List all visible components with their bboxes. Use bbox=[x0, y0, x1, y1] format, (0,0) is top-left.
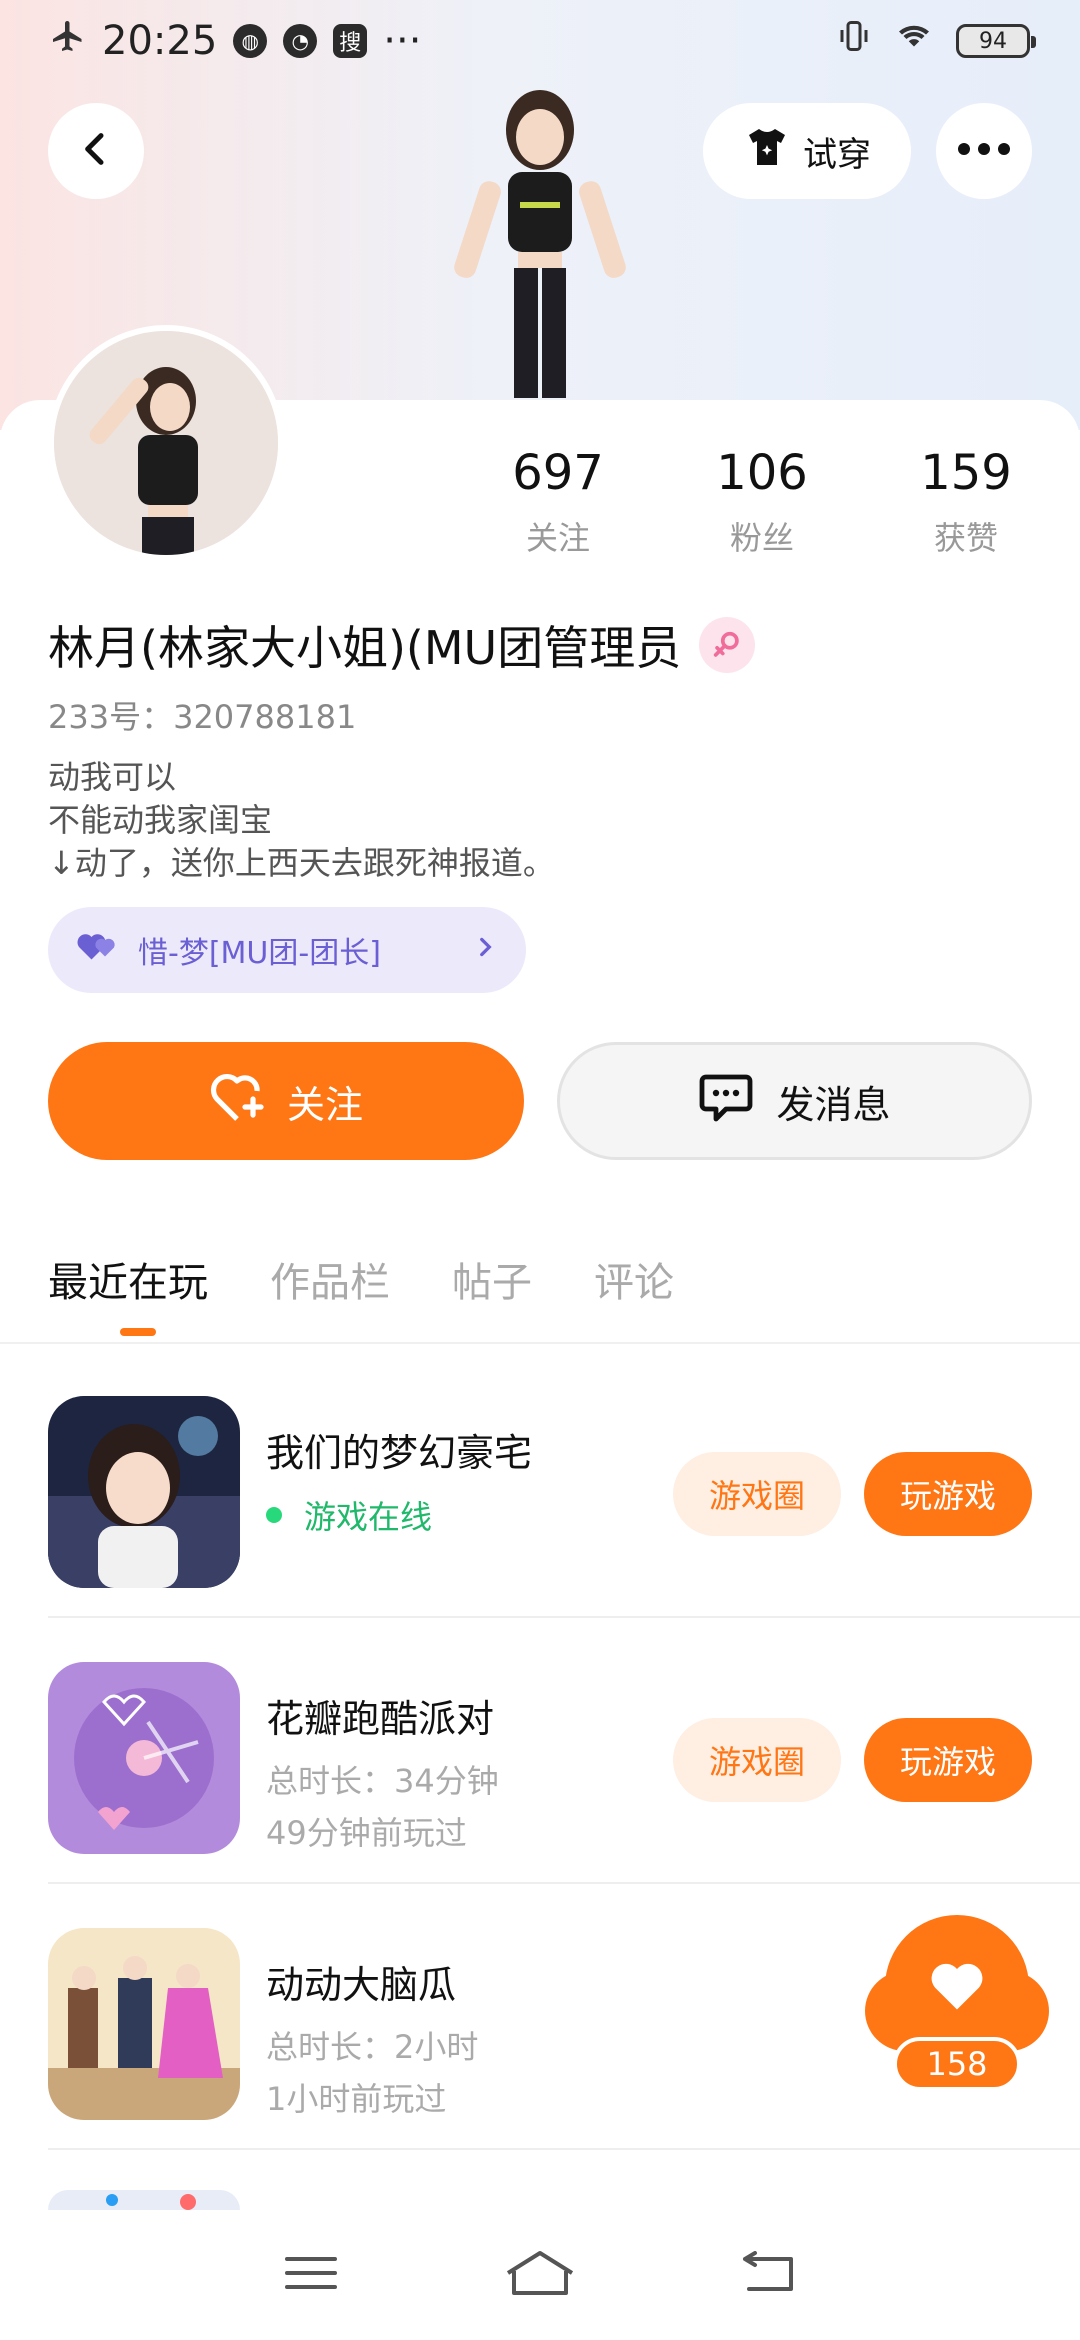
bio-line: 动我可以 bbox=[48, 758, 177, 796]
game-last-played: 49分钟前玩过 bbox=[266, 1814, 467, 1852]
like-count: 158 bbox=[893, 2037, 1021, 2091]
heart-icon bbox=[927, 1958, 987, 2016]
voice-icon: ◍ bbox=[233, 24, 268, 58]
stat-likes[interactable]: 159 获赞 bbox=[886, 445, 1046, 559]
try-on-button[interactable]: 试穿 bbox=[703, 103, 911, 199]
system-nav-bar bbox=[0, 2210, 1080, 2340]
game-icon-brain-teaser[interactable] bbox=[48, 1928, 240, 2120]
search-app-icon: 搜 bbox=[333, 24, 368, 58]
online-status-label: 游戏在线 bbox=[304, 1498, 433, 1536]
bio: 动我可以 不能动我家闺宝 ↓动了，送你上西天去跟死神报道。 bbox=[48, 756, 555, 885]
game-list-item[interactable]: 花瓣跑酷派对 总时长：34分钟 49分钟前玩过 游戏圈 玩游戏 bbox=[48, 1618, 1080, 1884]
stat-number: 159 bbox=[920, 445, 1012, 501]
relationship-tag[interactable]: 惜-梦[MU团-团长] bbox=[48, 907, 526, 993]
stat-followers[interactable]: 106 粉丝 bbox=[682, 445, 842, 559]
stat-label: 获赞 bbox=[933, 519, 998, 557]
game-total-duration: 总时长：2小时 bbox=[266, 2028, 479, 2066]
chevron-left-icon bbox=[76, 129, 116, 173]
online-dot-icon bbox=[266, 1507, 282, 1523]
more-options-button[interactable] bbox=[936, 103, 1032, 199]
game-title: 动动大脑瓜 bbox=[266, 1963, 457, 2007]
send-message-button[interactable]: 发消息 bbox=[557, 1042, 1032, 1160]
game-icon-petal-parkour[interactable] bbox=[48, 1662, 240, 1854]
status-time: 20:25 bbox=[102, 18, 218, 64]
chevron-right-icon bbox=[472, 933, 498, 968]
floating-like-button[interactable]: 158 bbox=[865, 1915, 1049, 2091]
profile-name: 林月(林家大小姐)(MU团管理员 bbox=[48, 621, 682, 675]
game-last-played: 1小时前玩过 bbox=[266, 2080, 447, 2118]
game-list-item[interactable]: 我们的梦幻豪宅 游戏在线 游戏圈 玩游戏 bbox=[48, 1352, 1080, 1618]
back-button[interactable] bbox=[48, 103, 144, 199]
play-game-button[interactable]: 玩游戏 bbox=[864, 1452, 1032, 1536]
more-notifications-icon: ··· bbox=[383, 18, 422, 64]
send-message-label: 发消息 bbox=[776, 1082, 891, 1127]
game-circle-button[interactable]: 游戏圈 bbox=[673, 1452, 841, 1536]
tshirt-icon bbox=[743, 123, 791, 180]
status-bar: 20:25 ◍ ◔ 搜 ··· 94 bbox=[0, 0, 1080, 82]
stat-following[interactable]: 697 关注 bbox=[478, 445, 638, 559]
vibrate-icon bbox=[836, 18, 872, 64]
online-status: 游戏在线 bbox=[266, 1492, 432, 1538]
game-circle-button[interactable]: 游戏圈 bbox=[673, 1718, 841, 1802]
game-title: 花瓣跑酷派对 bbox=[266, 1697, 495, 1741]
menu-icon[interactable] bbox=[283, 2253, 339, 2297]
bio-line: 不能动我家闺宝 bbox=[48, 801, 273, 839]
tab-posts[interactable]: 帖子 bbox=[452, 1250, 532, 1308]
tab-works[interactable]: 作品栏 bbox=[270, 1250, 390, 1308]
chat-bubble-icon bbox=[698, 1071, 754, 1132]
profile-tabs: 最近在玩 作品栏 帖子 评论 bbox=[48, 1250, 674, 1336]
ellipsis-icon bbox=[956, 141, 1012, 161]
back-nav-icon[interactable] bbox=[741, 2251, 797, 2299]
double-heart-icon bbox=[76, 928, 122, 972]
stat-number: 697 bbox=[512, 445, 604, 501]
try-on-label: 试穿 bbox=[803, 134, 871, 175]
bio-line: ↓动了，送你上西天去跟死神报道。 bbox=[48, 844, 555, 882]
play-game-button[interactable]: 玩游戏 bbox=[864, 1718, 1032, 1802]
battery-indicator: 94 bbox=[956, 24, 1036, 58]
female-icon bbox=[699, 617, 756, 673]
game-icon-dream-mansion[interactable] bbox=[48, 1396, 240, 1588]
name-row: 林月(林家大小姐)(MU团管理员 bbox=[48, 612, 756, 678]
follow-label: 关注 bbox=[286, 1082, 363, 1127]
row-divider bbox=[48, 2148, 1080, 2150]
home-icon[interactable] bbox=[504, 2249, 576, 2301]
avatar[interactable] bbox=[48, 325, 284, 561]
relationship-tag-label: 惜-梦[MU团-团长] bbox=[138, 936, 381, 971]
tab-recently-played[interactable]: 最近在玩 bbox=[48, 1250, 208, 1336]
airplane-icon bbox=[50, 18, 86, 64]
wifi-icon bbox=[894, 18, 934, 64]
stat-label: 关注 bbox=[525, 519, 590, 557]
compass-icon: ◔ bbox=[283, 24, 318, 58]
stat-label: 粉丝 bbox=[729, 519, 794, 557]
avatar-3d-figure bbox=[430, 82, 650, 402]
heart-plus-icon bbox=[209, 1071, 265, 1132]
game-title: 我们的梦幻豪宅 bbox=[266, 1431, 533, 1475]
stat-number: 106 bbox=[716, 445, 808, 501]
tab-divider bbox=[0, 1342, 1080, 1344]
user-id: 233号：320788181 bbox=[48, 698, 357, 736]
tab-comments[interactable]: 评论 bbox=[594, 1250, 674, 1308]
game-total-duration: 总时长：34分钟 bbox=[266, 1762, 499, 1800]
follow-button[interactable]: 关注 bbox=[48, 1042, 524, 1160]
